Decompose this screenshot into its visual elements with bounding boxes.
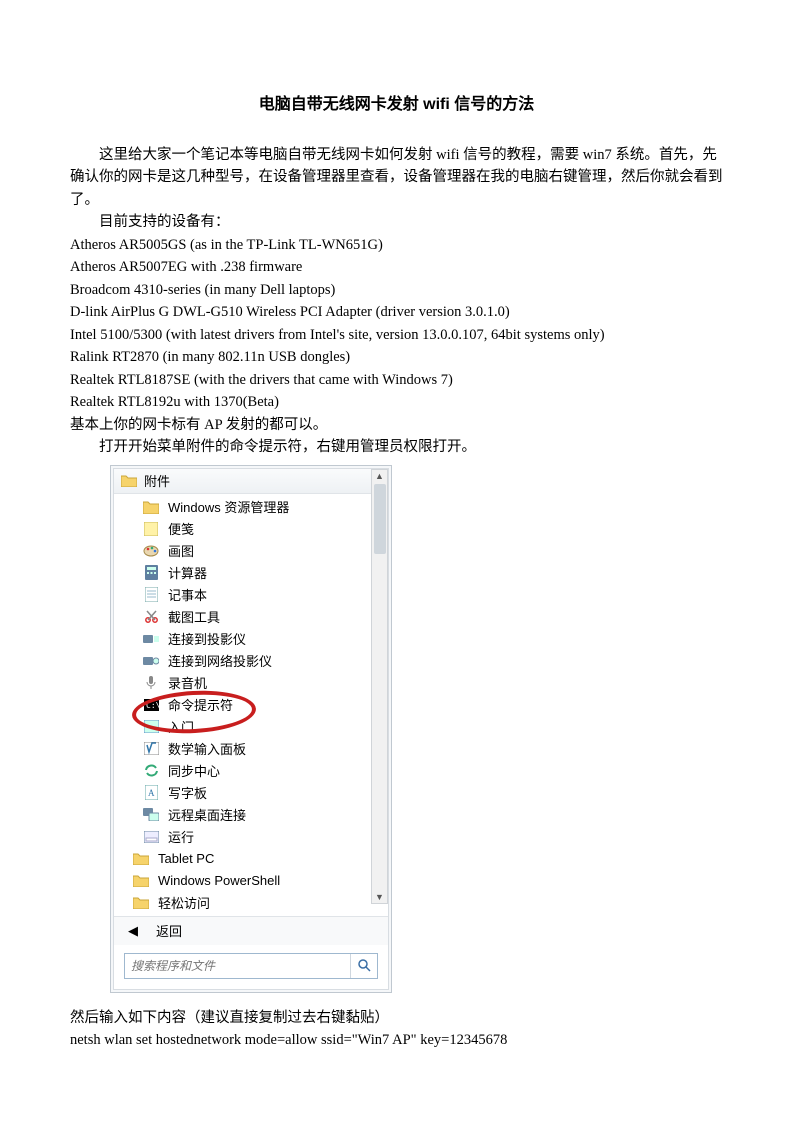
after-command: netsh wlan set hostednetwork mode=allow … — [70, 1029, 723, 1051]
gettingstarted-icon — [142, 718, 160, 736]
menu-item-label: 连接到网络投影仪 — [168, 651, 272, 670]
notepad-icon — [142, 586, 160, 604]
menu-item-label: 计算器 — [168, 563, 207, 582]
back-button[interactable]: ◀ 返回 — [114, 916, 388, 945]
accessories-list: Windows 资源管理器 便笺 画图 计算器 记事本 — [114, 494, 388, 916]
explorer-icon — [142, 498, 160, 516]
menu-item-label: 录音机 — [168, 673, 207, 692]
scrollbar-thumb[interactable] — [374, 484, 386, 554]
menu-item-label: 远程桌面连接 — [168, 805, 246, 824]
sync-icon — [142, 762, 160, 780]
menu-item-label: 运行 — [168, 827, 194, 846]
folder-icon — [132, 872, 150, 890]
menu-item-calculator[interactable]: 计算器 — [114, 562, 388, 584]
menu-item-label: Tablet PC — [158, 851, 214, 866]
menu-item-wordpad[interactable]: A 写字板 — [114, 782, 388, 804]
menu-item-synccenter[interactable]: 同步中心 — [114, 760, 388, 782]
intro-paragraph-2: 目前支持的设备有： — [70, 211, 723, 233]
device-line-1: Atheros AR5007EG with .238 firmware — [70, 256, 723, 278]
menu-item-projector[interactable]: 连接到投影仪 — [114, 628, 388, 650]
menu-item-notepad[interactable]: 记事本 — [114, 584, 388, 606]
device-line-6: Realtek RTL8187SE (with the drivers that… — [70, 369, 723, 391]
netprojector-icon — [142, 652, 160, 670]
folder-icon — [132, 894, 150, 912]
device-line-3: D-link AirPlus G DWL-G510 Wireless PCI A… — [70, 301, 723, 323]
intro-paragraph-1: 这里给大家一个笔记本等电脑自带无线网卡如何发射 wifi 信号的教程，需要 wi… — [70, 144, 723, 211]
back-label: 返回 — [156, 921, 182, 940]
device-line-4: Intel 5100/5300 (with latest drivers fro… — [70, 324, 723, 346]
menu-item-stickynotes[interactable]: 便笺 — [114, 518, 388, 540]
scrollbar[interactable]: ▲ ▼ — [371, 469, 388, 904]
menu-item-label: 记事本 — [168, 585, 207, 604]
menu-item-explorer[interactable]: Windows 资源管理器 — [114, 496, 388, 518]
stickynote-icon — [142, 520, 160, 538]
menu-item-gettingstarted[interactable]: 入门 — [114, 716, 388, 738]
menu-item-label: 画图 — [168, 541, 194, 560]
start-menu-accessories-panel: 附件 Windows 资源管理器 便笺 画图 计算器 — [110, 465, 392, 993]
scissors-icon — [142, 608, 160, 626]
menu-item-snipping[interactable]: 截图工具 — [114, 606, 388, 628]
calculator-icon — [142, 564, 160, 582]
svg-text:C:\: C:\ — [146, 701, 159, 710]
open-cmd-instruction: 打开开始菜单附件的命令提示符，右键用管理员权限打开。 — [70, 436, 723, 458]
menu-item-label: 写字板 — [168, 783, 207, 802]
subfolder-tabletpc[interactable]: Tablet PC — [114, 848, 388, 870]
menu-item-label: 轻松访问 — [158, 893, 210, 912]
folder-icon — [120, 473, 138, 489]
menu-item-label: 连接到投影仪 — [168, 629, 246, 648]
mic-icon — [142, 674, 160, 692]
menu-item-paint[interactable]: 画图 — [114, 540, 388, 562]
menu-item-label: 数学输入面板 — [168, 739, 246, 758]
rdp-icon — [142, 806, 160, 824]
folder-header[interactable]: 附件 — [114, 469, 388, 494]
menu-item-recorder[interactable]: 录音机 — [114, 672, 388, 694]
device-line-2: Broadcom 4310-series (in many Dell lapto… — [70, 279, 723, 301]
search-icon[interactable] — [350, 954, 377, 978]
menu-item-label: 入门 — [168, 717, 194, 736]
projector-icon — [142, 630, 160, 648]
back-arrow-icon: ◀ — [128, 923, 138, 939]
note-ap: 基本上你的网卡标有 AP 发射的都可以。 — [70, 414, 723, 436]
search-bar — [124, 953, 378, 979]
folder-icon — [132, 850, 150, 868]
svg-text:A: A — [148, 788, 155, 798]
scroll-down-icon[interactable]: ▼ — [372, 891, 387, 903]
menu-item-rdp[interactable]: 远程桌面连接 — [114, 804, 388, 826]
menu-item-mathinput[interactable]: 数学输入面板 — [114, 738, 388, 760]
menu-item-label: 命令提示符 — [168, 695, 233, 714]
search-input[interactable] — [125, 954, 350, 978]
menu-item-label: 同步中心 — [168, 761, 220, 780]
mathinput-icon — [142, 740, 160, 758]
paint-icon — [142, 542, 160, 560]
run-icon — [142, 828, 160, 846]
device-line-5: Ralink RT2870 (in many 802.11n USB dongl… — [70, 346, 723, 368]
menu-item-label: 截图工具 — [168, 607, 220, 626]
device-line-7: Realtek RTL8192u with 1370(Beta) — [70, 391, 723, 413]
after-paragraph-1: 然后输入如下内容（建议直接复制过去右键黏贴） — [70, 1007, 723, 1029]
menu-item-run[interactable]: 运行 — [114, 826, 388, 848]
page-title: 电脑自带无线网卡发射 wifi 信号的方法 — [70, 90, 723, 114]
wordpad-icon: A — [142, 784, 160, 802]
subfolder-easyaccess[interactable]: 轻松访问 — [114, 892, 388, 914]
menu-item-label: Windows PowerShell — [158, 873, 280, 888]
menu-item-netprojector[interactable]: 连接到网络投影仪 — [114, 650, 388, 672]
folder-label: 附件 — [144, 471, 170, 490]
menu-item-cmd[interactable]: C:\ 命令提示符 — [114, 694, 388, 716]
menu-item-label: Windows 资源管理器 — [168, 497, 289, 516]
device-line-0: Atheros AR5005GS (as in the TP-Link TL-W… — [70, 234, 723, 256]
subfolder-powershell[interactable]: Windows PowerShell — [114, 870, 388, 892]
cmd-icon: C:\ — [142, 696, 160, 714]
scroll-up-icon[interactable]: ▲ — [372, 470, 387, 482]
menu-item-label: 便笺 — [168, 519, 194, 538]
